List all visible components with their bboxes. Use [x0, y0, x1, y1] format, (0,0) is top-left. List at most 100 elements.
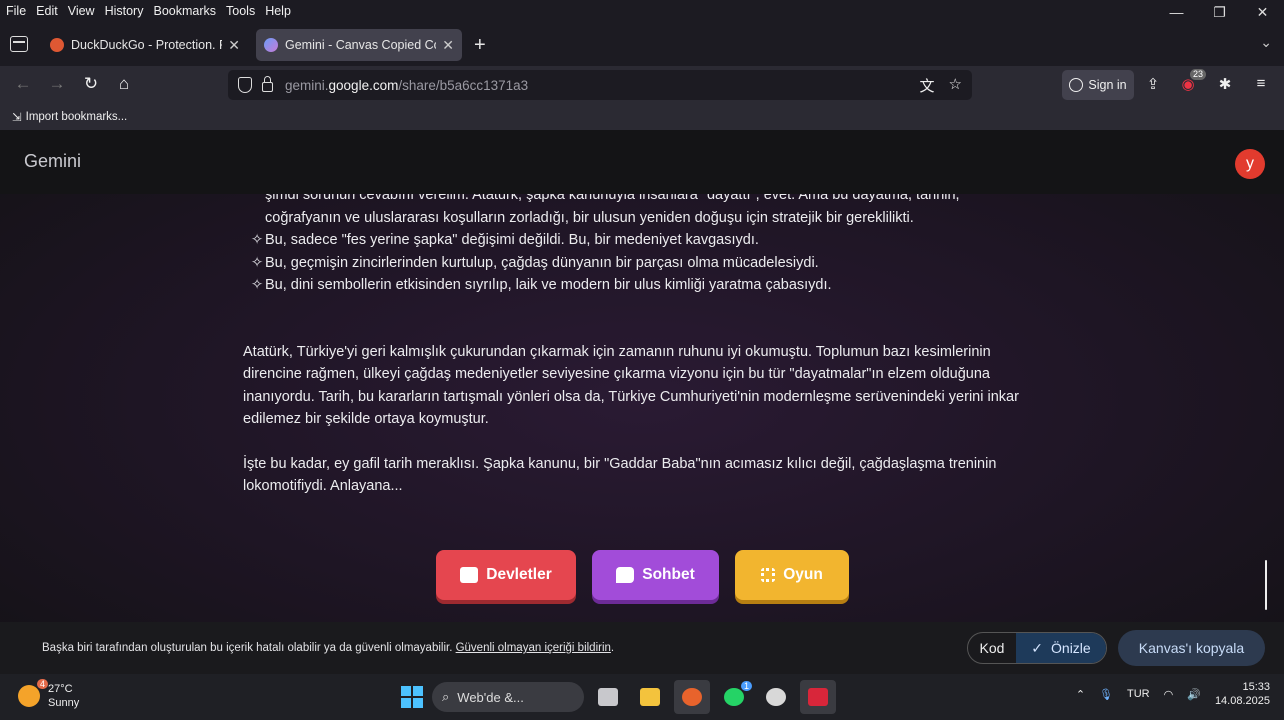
- language-indicator[interactable]: TUR: [1127, 688, 1150, 700]
- nav-bar: ← → ↻ ⌂ gemini. google.com/share/b5a6cc13…: [0, 66, 1284, 104]
- sign-in-label: Sign in: [1088, 78, 1127, 92]
- view-toggle: Kod ✓ Önizle: [967, 632, 1107, 664]
- clock[interactable]: 15:33 14.08.2025: [1215, 680, 1270, 708]
- sparkle-bullet-icon: ✧: [251, 232, 264, 248]
- menu-edit[interactable]: Edit: [31, 0, 63, 22]
- weather-widget[interactable]: 4 27°C Sunny: [18, 679, 80, 710]
- account-icon: [1069, 78, 1084, 92]
- url-bar[interactable]: gemini. google.com/share/b5a6cc1371a3 文 ☆: [228, 70, 972, 100]
- tab-title: Gemini - Canvas Copied Confirm: [285, 38, 436, 52]
- close-tab-icon[interactable]: ✕: [228, 37, 240, 54]
- preview-tab[interactable]: ✓ Önizle: [1016, 633, 1106, 663]
- scrollbar-thumb[interactable]: [1265, 560, 1267, 610]
- import-bookmarks-label: Import bookmarks...: [25, 111, 128, 123]
- devletler-label: Devletler: [486, 566, 552, 583]
- shield-icon[interactable]: [238, 77, 252, 93]
- import-bookmarks-button[interactable]: ⇲ Import bookmarks...: [12, 110, 127, 124]
- search-placeholder: Web'de &...: [457, 689, 524, 705]
- microphone-icon[interactable]: 🎙: [1099, 688, 1113, 701]
- menu-bookmarks[interactable]: Bookmarks: [148, 0, 221, 22]
- menu-tools[interactable]: Tools: [221, 0, 260, 22]
- lock-icon[interactable]: [262, 76, 273, 92]
- menu-file[interactable]: File: [0, 0, 31, 22]
- menu-hamburger-icon[interactable]: ≡: [1251, 75, 1271, 92]
- tab-bar: DuckDuckGo - Protection. Priva ✕ Gemini …: [0, 24, 1284, 66]
- gemini-logo[interactable]: Gemini: [24, 151, 81, 172]
- tab-gemini[interactable]: Gemini - Canvas Copied Confirm ✕: [256, 29, 462, 61]
- extension-icon[interactable]: ◉ 23: [1178, 69, 1206, 93]
- close-tab-icon[interactable]: ✕: [442, 37, 454, 54]
- devletler-button[interactable]: Devletler: [436, 550, 576, 600]
- gemini-header: Gemini y: [0, 130, 1284, 194]
- clock-time: 15:33: [1242, 681, 1270, 693]
- continued-text-line: coğrafyanın ve uluslararası koşulların z…: [265, 209, 914, 226]
- grid-icon: [761, 568, 776, 582]
- sun-icon: 4: [18, 679, 48, 707]
- list-item: ✧ Bu, dini sembollerin etkisinden sıyrıl…: [243, 274, 1043, 297]
- check-icon: ✓: [1031, 639, 1044, 656]
- clock-date: 14.08.2025: [1214, 695, 1270, 707]
- page-content: Gemini y şimdi sorunun cevabını verelim.…: [0, 130, 1284, 622]
- paragraph: İşte bu kadar, ey gafil tarih meraklısı.…: [243, 455, 997, 495]
- sparkle-bullet-icon: ✧: [251, 277, 264, 293]
- list-item: ✧ Bu, sadece "fes yerine şapka" değişimi…: [243, 229, 1043, 252]
- menu-help[interactable]: Help: [260, 0, 296, 22]
- action-buttons: Devletler Sohbet Oyun: [436, 550, 849, 600]
- url-path: /share/b5a6cc1371a3: [398, 77, 529, 93]
- copy-canvas-button[interactable]: Kanvas'ı kopyala: [1118, 630, 1265, 666]
- system-tray: ⌃ 🎙 TUR ◠ 🔊 15:33 14.08.2025: [1076, 680, 1270, 708]
- forward-icon[interactable]: →: [46, 74, 68, 94]
- chevron-down-icon[interactable]: ⌄: [1260, 34, 1272, 51]
- paragraph: Atatürk, Türkiye'yi geri kalmışlık çukur…: [243, 343, 1019, 428]
- chrome-icon[interactable]: [758, 680, 794, 714]
- report-content-link[interactable]: Güvenli olmayan içeriği bildirin: [456, 642, 611, 654]
- import-icon: ⇲: [12, 112, 22, 124]
- shared-canvas-article: şimdi sorunun cevabını verelim. Atatürk,…: [243, 184, 1043, 498]
- whatsapp-icon[interactable]: 1: [716, 680, 752, 714]
- oyun-button[interactable]: Oyun: [735, 550, 849, 600]
- disclaimer-text: Başka biri tarafından oluşturulan bu içe…: [42, 642, 453, 654]
- taskbar-search[interactable]: ⌕ Web'de &...: [432, 682, 584, 712]
- windows-start-icon[interactable]: [398, 683, 426, 711]
- bookmarks-bar: ⇲ Import bookmarks...: [0, 104, 1284, 130]
- sparkle-bullet-icon: ✧: [251, 254, 264, 271]
- tab-title: DuckDuckGo - Protection. Priva: [71, 38, 222, 52]
- firefox-icon[interactable]: [674, 680, 710, 714]
- file-explorer-icon[interactable]: [632, 680, 668, 714]
- star-icon[interactable]: ☆: [949, 75, 962, 96]
- gemini-favicon-icon: [264, 38, 278, 52]
- close-window-icon[interactable]: ✕: [1241, 0, 1284, 24]
- list-item: ✧ Bu, geçmişin zincirlerinden kurtulup, …: [243, 252, 1043, 275]
- chevron-up-icon[interactable]: ⌃: [1076, 688, 1085, 701]
- share-icon[interactable]: ⇪: [1143, 75, 1163, 93]
- translate-icon[interactable]: 文: [920, 75, 935, 96]
- sign-in-button[interactable]: Sign in: [1062, 70, 1134, 100]
- url-prefix: gemini.: [285, 77, 329, 93]
- search-icon: ⌕: [442, 689, 450, 704]
- menu-history[interactable]: History: [100, 0, 149, 22]
- duckduckgo-favicon-icon: [50, 38, 64, 52]
- avatar[interactable]: y: [1235, 149, 1265, 179]
- weather-condition: Sunny: [48, 697, 80, 709]
- disclaimer-period: .: [610, 642, 615, 654]
- menu-view[interactable]: View: [63, 0, 100, 22]
- restore-icon[interactable]: ❐: [1198, 0, 1241, 24]
- wifi-icon[interactable]: ◠: [1164, 688, 1174, 701]
- amd-app-icon[interactable]: [800, 680, 836, 714]
- extensions-puzzle-icon[interactable]: ✱: [1215, 75, 1235, 93]
- taskbar-apps: ⌕ Web'de &... 1: [398, 679, 836, 715]
- minimize-icon[interactable]: —: [1155, 0, 1198, 24]
- home-icon[interactable]: ⌂: [113, 74, 135, 94]
- preview-label: Önizle: [1051, 640, 1091, 656]
- sohbet-button[interactable]: Sohbet: [592, 550, 719, 600]
- menu-bar: File Edit View History Bookmarks Tools H…: [0, 0, 1284, 22]
- extension-badge: 23: [1189, 69, 1206, 80]
- back-icon[interactable]: ←: [12, 74, 34, 94]
- volume-icon[interactable]: 🔊: [1187, 688, 1201, 701]
- code-tab[interactable]: Kod: [968, 633, 1016, 663]
- tab-duckduckgo[interactable]: DuckDuckGo - Protection. Priva ✕: [42, 29, 248, 61]
- reload-icon[interactable]: ↻: [80, 74, 102, 94]
- task-view-icon[interactable]: [590, 680, 626, 714]
- new-tab-icon[interactable]: +: [474, 34, 486, 57]
- tab-list-icon[interactable]: [10, 36, 28, 52]
